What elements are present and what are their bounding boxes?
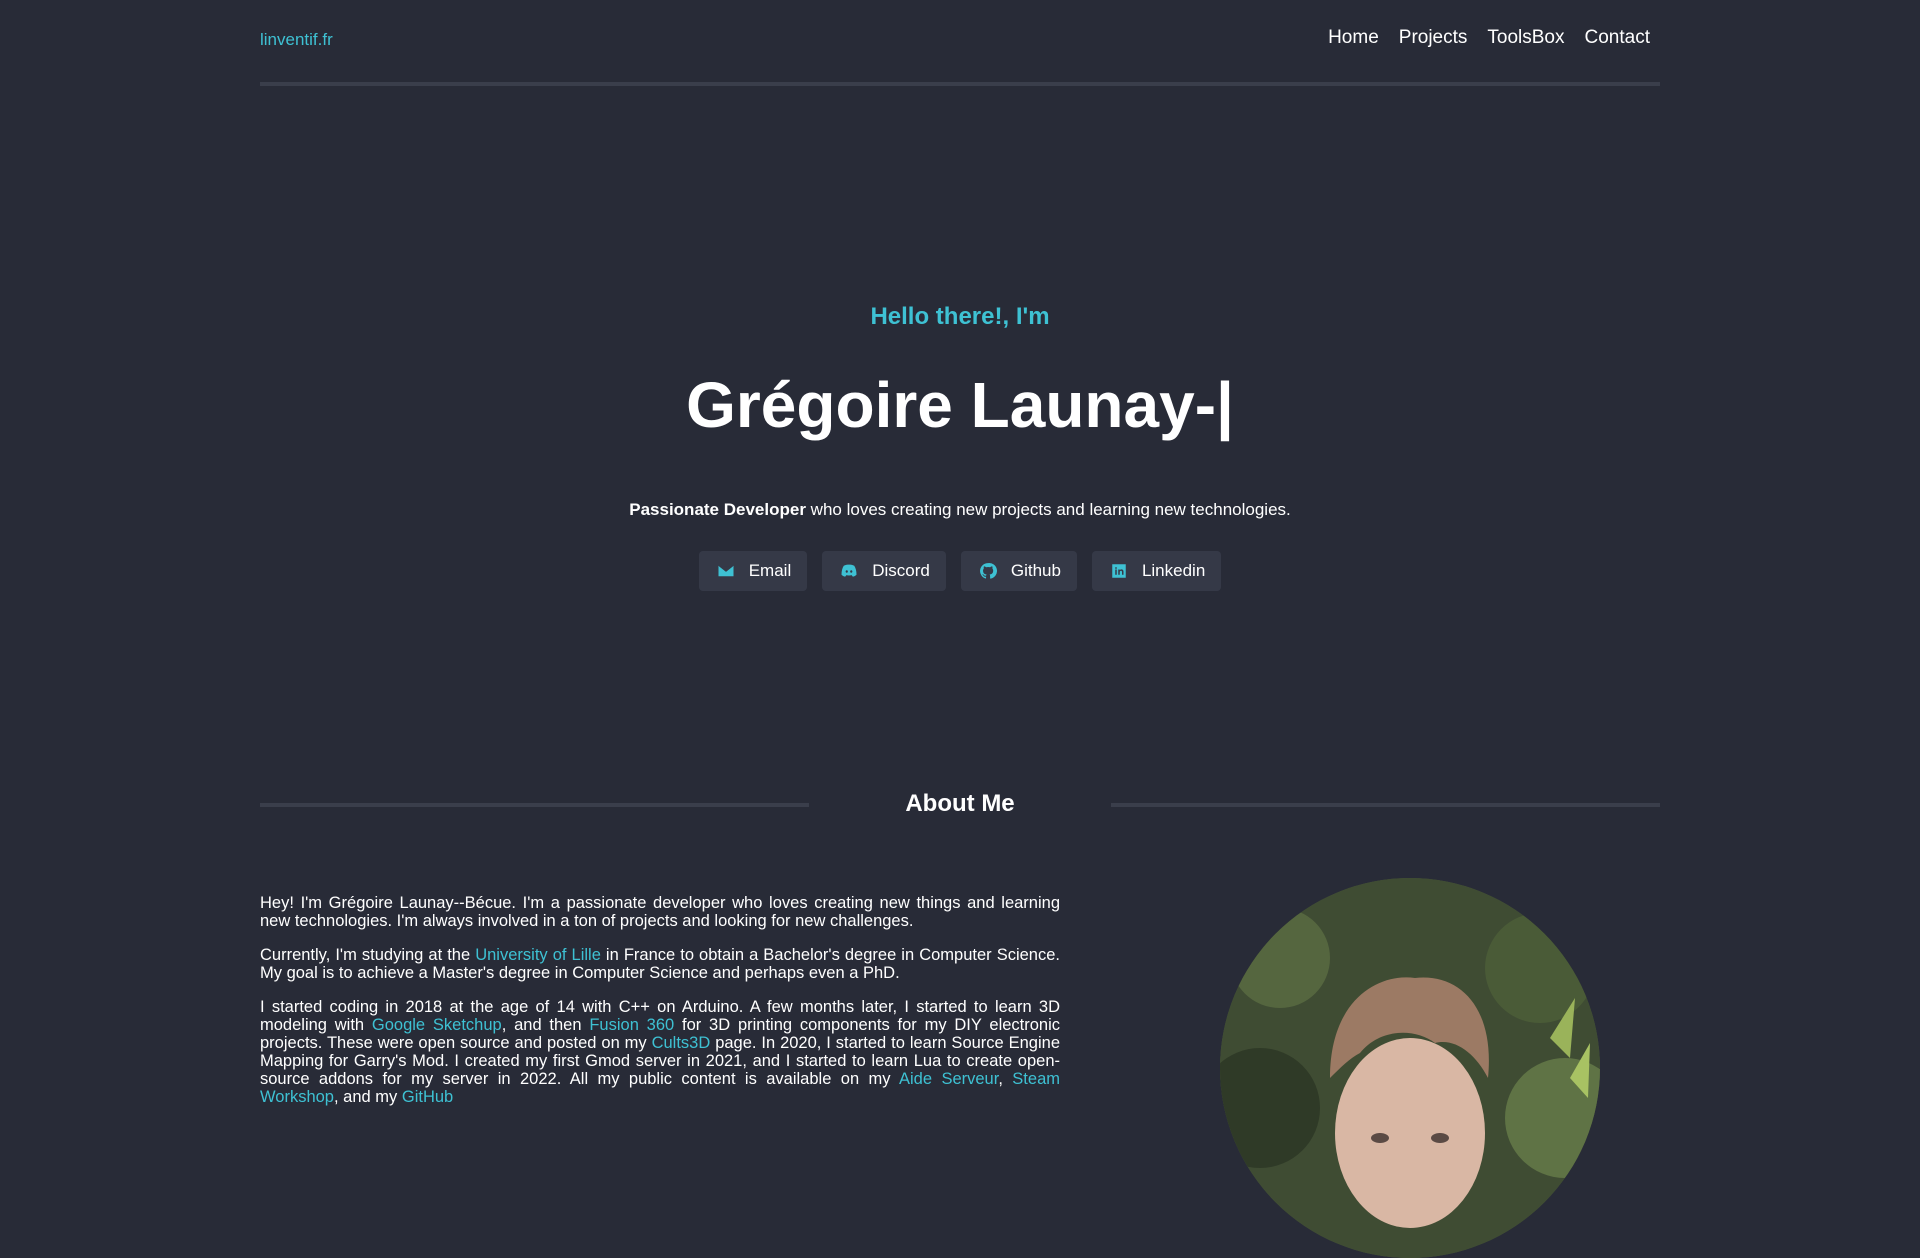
p3-text-f: , and my [333, 1088, 402, 1106]
cults3d-link[interactable]: Cults3D [652, 1034, 711, 1052]
nav-contact[interactable]: Contact [1585, 27, 1650, 49]
linkedin-icon [1112, 564, 1126, 578]
email-label: Email [748, 561, 792, 580]
hero-name: Grégoire Launay-| [686, 369, 1234, 441]
fusion-360-link[interactable]: Fusion 360 [589, 1016, 674, 1034]
main-nav: Home Projects ToolsBox Contact [1328, 27, 1650, 49]
hero-greeting: Hello there!, I'm [870, 303, 1050, 330]
aide-serveur-link[interactable]: Aide Serveur [899, 1070, 998, 1088]
tagline-rest: who loves creating new projects and lear… [805, 500, 1291, 519]
discord-icon [841, 564, 857, 577]
linkedin-label: Linkedin [1141, 561, 1206, 580]
about-paragraph-3: I started coding in 2018 at the age of 1… [260, 998, 1060, 1106]
envelope-icon [718, 565, 734, 577]
linkedin-button[interactable]: Linkedin [1091, 551, 1222, 591]
about-divider-right [1111, 803, 1660, 807]
google-sketchup-link[interactable]: Google Sketchup [372, 1016, 502, 1034]
discord-label: Discord [872, 561, 930, 580]
email-button[interactable]: Email [698, 551, 808, 591]
p3-text-e: , [998, 1070, 1013, 1088]
university-of-lille-link[interactable]: University of Lille [475, 946, 601, 964]
github-label: Github [1010, 561, 1061, 580]
site-header: linventif.fr Home Projects ToolsBox Cont… [260, 0, 1660, 86]
tagline-bold: Passionate Developer [629, 500, 806, 519]
hero-tagline: Passionate Developer who loves creating … [0, 500, 1920, 520]
github-button[interactable]: Github [960, 551, 1077, 591]
about-text: Hey! I'm Grégoire Launay--Bécue. I'm a p… [260, 894, 1060, 1122]
nav-toolsbox[interactable]: ToolsBox [1487, 27, 1564, 49]
nav-home[interactable]: Home [1328, 27, 1379, 49]
social-links: Email Discord Github Linkedin [0, 551, 1920, 591]
about-paragraph-2: Currently, I'm studying at the Universit… [260, 946, 1060, 982]
brand-link[interactable]: linventif.fr [260, 30, 333, 50]
github-icon [979, 563, 997, 579]
profile-photo-image [1220, 878, 1600, 1258]
github-link[interactable]: GitHub [402, 1088, 453, 1106]
p2-text-a: Currently, I'm studying at the [260, 946, 476, 964]
p3-text-b: , and then [501, 1016, 590, 1034]
about-paragraph-1: Hey! I'm Grégoire Launay--Bécue. I'm a p… [260, 894, 1060, 930]
nav-projects[interactable]: Projects [1399, 27, 1468, 49]
profile-photo [1220, 878, 1600, 1258]
discord-button[interactable]: Discord [822, 551, 946, 591]
